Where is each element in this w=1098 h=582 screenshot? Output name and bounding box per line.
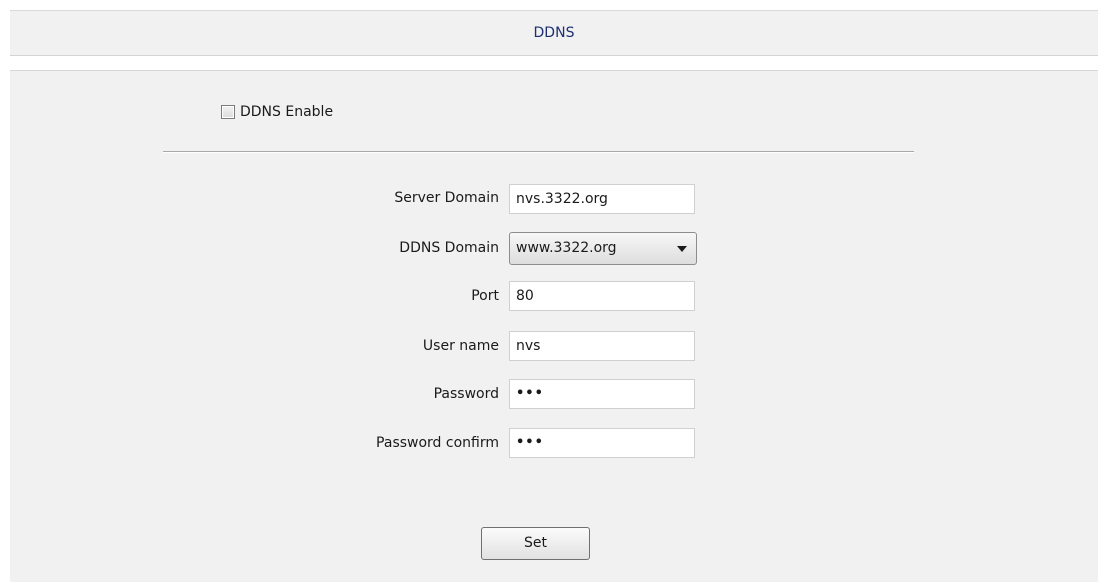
- section-divider: [163, 151, 914, 153]
- ddns-enable-row[interactable]: DDNS Enable: [221, 102, 333, 122]
- port-label: Port: [471, 288, 499, 304]
- server-domain-input[interactable]: nvs.3322.org: [509, 184, 695, 214]
- ddns-settings-panel: DDNS Enable Server Domain nvs.3322.org D…: [10, 70, 1098, 582]
- password-confirm-input[interactable]: •••: [509, 428, 695, 458]
- ddns-domain-selected-value: www.3322.org: [516, 240, 617, 256]
- user-name-input[interactable]: nvs: [509, 331, 695, 361]
- page-header: DDNS: [10, 10, 1098, 56]
- server-domain-label: Server Domain: [394, 190, 499, 206]
- top-strip: [0, 0, 1098, 10]
- user-name-label: User name: [422, 338, 499, 354]
- page-title: DDNS: [533, 25, 575, 41]
- ddns-enable-label: DDNS Enable: [240, 104, 334, 120]
- set-button[interactable]: Set: [481, 527, 590, 560]
- dropdown-arrow-icon: [677, 246, 687, 252]
- ddns-enable-checkbox[interactable]: [221, 105, 235, 119]
- password-input[interactable]: •••: [509, 379, 695, 409]
- port-input[interactable]: 80: [509, 281, 695, 311]
- header-gap: [10, 56, 1098, 70]
- password-label: Password: [433, 386, 499, 402]
- ddns-domain-select[interactable]: www.3322.org: [509, 232, 697, 265]
- password-confirm-label: Password confirm: [376, 435, 499, 451]
- ddns-domain-label: DDNS Domain: [399, 240, 499, 256]
